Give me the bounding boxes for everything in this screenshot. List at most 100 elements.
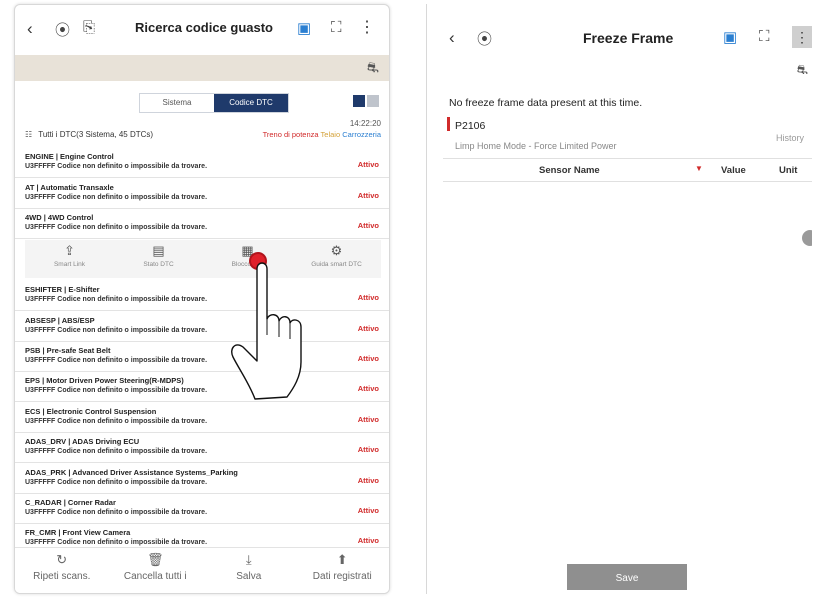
filter-row: ☷ Tutti i DTC(3 Sistema, 45 DTCs) Treno … [25,130,381,139]
list-item[interactable]: ADAS_PRK | Advanced Driver Assistance Sy… [15,464,389,494]
screenshot-icon[interactable]: ⛶ [759,28,770,45]
freeze-frame-screen: ‹ ⦿ Freeze Frame ▣ ⛶ ⋮ ⛐ No freeze frame… [426,4,812,594]
category-chassis[interactable]: Telaio [321,130,341,139]
status-badge: Attivo [357,160,379,169]
report-icon[interactable]: ⎘ [83,19,95,36]
button-label: Ripeti scans. [33,571,91,582]
bottom-toolbar: ↻ Ripeti scans. 🗑 Cancella tutti i ⤓ Sal… [15,547,389,593]
dtc-code: U3FFFFF Codice non definito o impossibil… [25,448,208,455]
share-icon: ⇪ [64,243,75,258]
dtc-summary: Tutti i DTC(3 Sistema, 45 DTCs) [38,130,154,139]
pointing-hand-icon [231,262,302,400]
list-item[interactable]: C_RADAR | Corner Radar U3FFFFF Codice no… [15,494,389,524]
list-item[interactable]: 4WD | 4WD Control U3FFFFF Codice non def… [15,209,389,239]
connection-icon[interactable]: ▣ [297,19,311,37]
action-label: Smart Link [53,261,86,268]
dtc-marker [447,117,450,131]
header: ‹ ⦿ ⎘ Ricerca codice guasto ▣ ⛶ ⋮ [15,5,389,51]
back-icon[interactable]: ‹ [449,28,455,48]
status-badge: Attivo [357,221,379,230]
list-item[interactable]: PSB | Pre-safe Seat Belt U3FFFFF Codice … [15,342,389,372]
connection-icon[interactable]: ▣ [723,28,737,46]
saved-data-button[interactable]: ⬆ Dati registrati [296,548,390,593]
filter-icon[interactable]: ☷ [25,130,32,139]
history-label[interactable]: History [776,133,804,143]
table-header: Sensor Name ▼ Value Unit [443,158,812,182]
dtc-action-bar: ⇪ Smart Link ▤ Stato DTC ▦ Blocco dati ⚙… [25,240,381,278]
dtc-code: U3FFFFF Codice non definito o impossibil… [25,509,208,516]
dtc-code: U3FFFFF Codice non definito o impossibil… [25,539,208,546]
dtc-code: U3FFFFF Codice non definito o impossibil… [25,387,208,394]
button-label: Cancella tutti i [123,571,187,582]
category-body[interactable]: Carrozzeria [342,130,381,139]
tab-system[interactable]: Sistema [140,94,214,112]
download-icon: ⤓ [245,552,252,567]
column-sensor-name[interactable]: Sensor Name [539,165,600,176]
dtc-system: ECS | Electronic Control Suspension [25,407,157,416]
list-item[interactable]: AT | Automatic Transaxle U3FFFFF Codice … [15,179,389,209]
vehicle-bar: ⛐ [15,55,389,81]
status-badge: Attivo [357,384,379,393]
list-item[interactable]: ADAS_DRV | ADAS Driving ECU U3FFFFF Codi… [15,433,389,463]
trash-icon: 🗑 [146,552,164,567]
status-badge: Attivo [357,415,379,424]
page-title: Freeze Frame [583,30,674,46]
timestamp: 14:22:20 [349,119,381,128]
more-icon[interactable]: ⋮ [792,26,812,48]
dtc-search-screen: ‹ ⦿ ⎘ Ricerca codice guasto ▣ ⛶ ⋮ ⛐ Sist… [14,4,390,594]
more-icon[interactable]: ⋮ [359,17,375,37]
clear-all-button[interactable]: 🗑 Cancella tutti i [109,548,203,593]
dtc-system: PSB | Pre-safe Seat Belt [25,346,111,355]
category-powertrain[interactable]: Treno di potenza [263,130,319,139]
smart-link-button[interactable]: ⇪ Smart Link [25,240,114,278]
car-icon[interactable]: ⛐ [797,62,808,80]
saved-data-icon: ⬆ [336,552,348,567]
button-label: Salva [236,571,262,582]
vehicle-scan-icon[interactable]: ⦿ [477,28,492,49]
dtc-code: U3FFFFF Codice non definito o impossibil… [25,194,208,201]
vehicle-scan-icon[interactable]: ⦿ [55,19,70,40]
list-item[interactable]: ABSESP | ABS/ESP U3FFFFF Codice non defi… [15,312,389,342]
list-view-icon[interactable] [353,95,365,107]
column-unit[interactable]: Unit [779,165,797,176]
dtc-system: ADAS_PRK | Advanced Driver Assistance Sy… [25,468,238,477]
dtc-code: U3FFFFF Codice non definito o impossibil… [25,418,208,425]
dtc-code: U3FFFFF Codice non definito o impossibil… [25,296,208,303]
status-badge: Attivo [357,445,379,454]
column-value[interactable]: Value [721,165,746,176]
status-badge: Attivo [357,536,379,545]
dtc-system: ADAS_DRV | ADAS Driving ECU [25,437,140,446]
dtc-system: FR_CMR | Front View Camera [25,528,131,537]
dtc-code: U3FFFFF Codice non definito o impossibil… [25,479,208,486]
view-segment: Sistema Codice DTC [139,93,289,113]
car-icon[interactable]: ⛐ [367,59,379,78]
dtc-system: EPS | Motor Driven Power Steering(R-MDPS… [25,376,184,385]
grid-view-icon[interactable] [367,95,379,107]
list-item[interactable]: ENGINE | Engine Control U3FFFFF Codice n… [15,148,389,178]
rescan-button[interactable]: ↻ Ripeti scans. [15,548,109,593]
dtc-code: U3FFFFF Codice non definito o impossibil… [25,163,208,170]
list-item[interactable]: ESHIFTER | E-Shifter U3FFFFF Codice non … [15,281,389,311]
save-button[interactable]: Save [567,564,687,590]
view-toggle [353,95,379,107]
dtc-system: ENGINE | Engine Control [25,152,114,161]
tab-dtc-code[interactable]: Codice DTC [214,94,288,112]
screenshot-icon[interactable]: ⛶ [331,19,342,36]
list-item[interactable]: ECS | Electronic Control Suspension U3FF… [15,403,389,433]
status-badge: Attivo [357,476,379,485]
status-badge: Attivo [357,324,379,333]
back-icon[interactable]: ‹ [27,19,33,39]
sort-icon[interactable]: ▼ [695,164,703,173]
dtc-status-button[interactable]: ▤ Stato DTC [114,240,203,278]
list-item[interactable]: EPS | Motor Driven Power Steering(R-MDPS… [15,372,389,402]
status-badge: Attivo [357,191,379,200]
page-title: Ricerca codice guasto [135,20,273,35]
status-badge: Attivo [357,293,379,302]
scroll-handle[interactable] [802,230,812,246]
refresh-icon: ↻ [56,552,68,567]
dtc-code: U3FFFFF Codice non definito o impossibil… [25,327,208,334]
save-button[interactable]: ⤓ Salva [202,548,296,593]
dtc-status-icon: ▤ [152,243,165,258]
dtc-code: U3FFFFF Codice non definito o impossibil… [25,357,208,364]
dtc-system: ABSESP | ABS/ESP [25,316,95,325]
